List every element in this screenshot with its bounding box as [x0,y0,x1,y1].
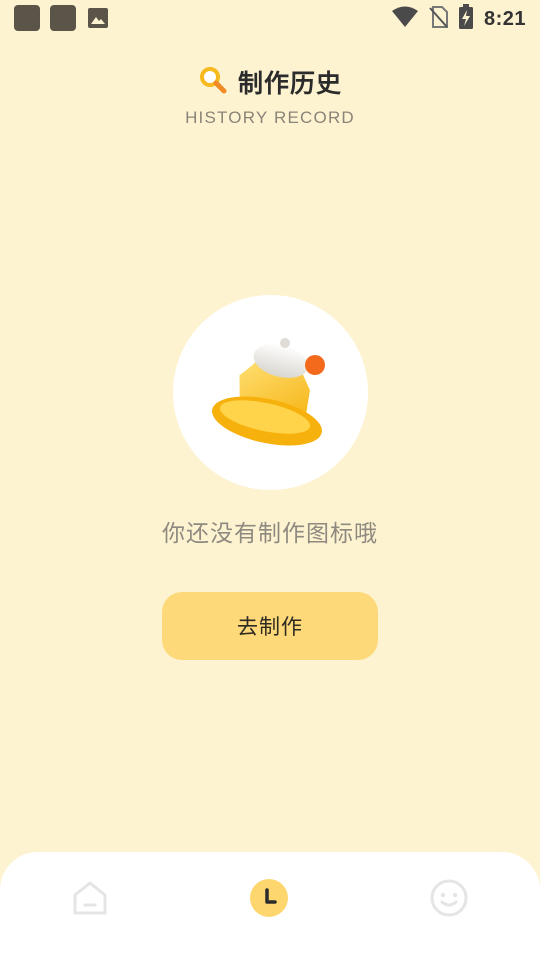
empty-state: 你还没有制作图标哦 去制作 [0,295,540,660]
no-sim-icon [428,5,448,33]
app-notification-icon [50,5,76,31]
screen: 8:21 制作历史 HISTORY RECORD 你还没有制作图标哦 去制作 [0,0,540,960]
title-row: 制作历史 [0,62,540,102]
nav-item-history[interactable] [249,878,289,922]
home-icon [70,878,110,922]
page-header: 制作历史 HISTORY RECORD [0,62,540,128]
smiley-icon [429,878,469,922]
page-subtitle: HISTORY RECORD [185,108,355,127]
status-time: 8:21 [483,7,526,30]
app-notification-icon [14,5,40,31]
status-bar: 8:21 [0,0,540,36]
bell-icon [205,331,335,455]
image-icon [86,6,110,30]
magnifier-icon [198,65,228,99]
nav-item-profile[interactable] [429,878,469,922]
clock-icon [249,878,289,922]
page-title: 制作历史 [237,69,342,98]
system-icons: 8:21 [391,4,526,34]
go-make-button[interactable]: 去制作 [162,592,378,660]
battery-charging-icon [458,4,474,34]
illustration-circle [172,295,368,490]
nav-item-home[interactable] [70,880,110,920]
bottom-nav [0,852,540,960]
empty-message: 你还没有制作图标哦 [162,521,378,547]
notification-area [14,5,110,31]
wifi-icon [391,6,418,32]
